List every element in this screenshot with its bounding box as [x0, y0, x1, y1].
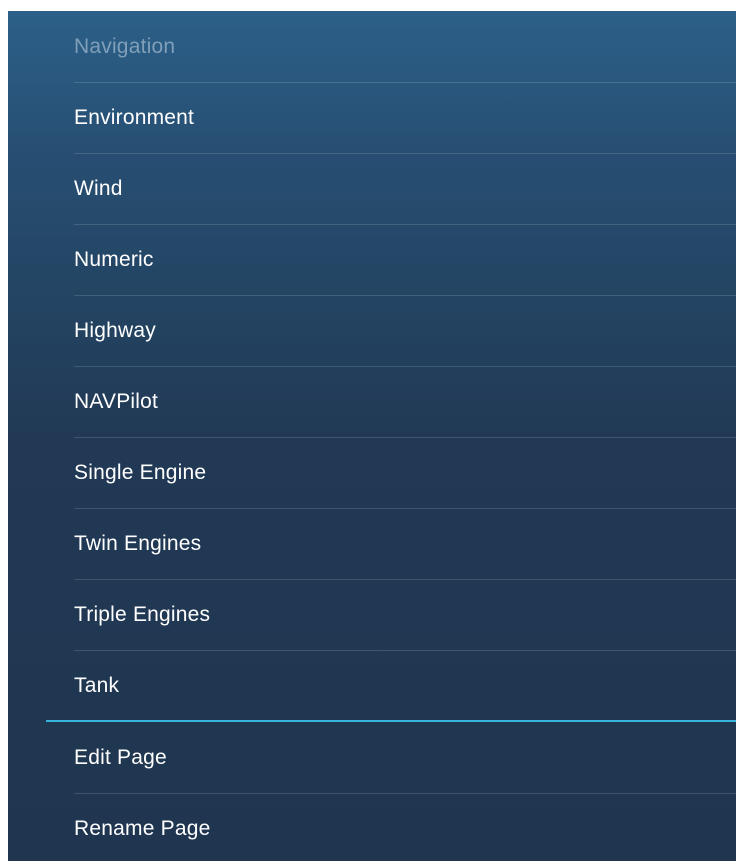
menu-item-label: Twin Engines: [74, 531, 202, 555]
menu-item-wind[interactable]: Wind: [74, 153, 736, 224]
page-select-menu: Navigation Environment Wind Numeric High…: [8, 11, 736, 861]
menu-item-rename-page[interactable]: Rename Page: [74, 793, 736, 864]
menu-item-tank[interactable]: Tank: [74, 650, 736, 721]
menu-item-label: Edit Page: [74, 745, 167, 769]
menu-item-navigation[interactable]: Navigation: [74, 11, 736, 82]
menu-item-label: Navigation: [74, 34, 176, 58]
menu-item-numeric[interactable]: Numeric: [74, 224, 736, 295]
menu-item-highway[interactable]: Highway: [74, 295, 736, 366]
menu-item-twin-engines[interactable]: Twin Engines: [74, 508, 736, 579]
menu-item-label: Single Engine: [74, 460, 207, 484]
menu-item-navpilot[interactable]: NAVPilot: [74, 366, 736, 437]
menu-item-label: Highway: [74, 318, 156, 342]
menu-item-label: Tank: [74, 673, 120, 697]
menu-item-edit-page[interactable]: Edit Page: [74, 722, 736, 793]
menu-item-environment[interactable]: Environment: [74, 82, 736, 153]
menu-item-label: Rename Page: [74, 816, 211, 840]
menu-item-label: Environment: [74, 105, 195, 129]
menu-item-label: Triple Engines: [74, 602, 211, 626]
menu-item-label: Numeric: [74, 247, 154, 271]
menu-item-label: Wind: [74, 176, 123, 200]
menu-item-single-engine[interactable]: Single Engine: [74, 437, 736, 508]
menu-item-triple-engines[interactable]: Triple Engines: [74, 579, 736, 650]
menu-item-label: NAVPilot: [74, 389, 159, 413]
